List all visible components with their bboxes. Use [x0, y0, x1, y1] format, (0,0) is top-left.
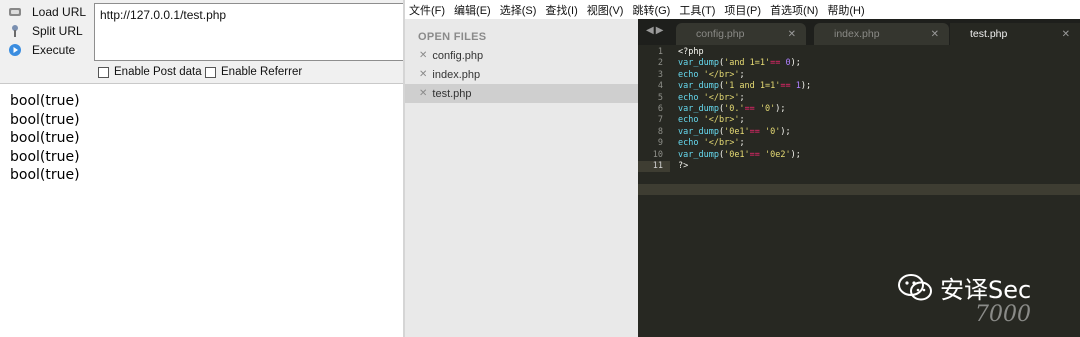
sidebar-item-test[interactable]: ✕ test.php [405, 84, 638, 103]
menu-bar: 文件(F) 编辑(E) 选择(S) 查找(I) 视图(V) 跳转(G) 工具(T… [405, 0, 1080, 19]
code-line: echo '</br>'; [678, 69, 745, 80]
output-line: bool(true) [10, 130, 80, 146]
line-number: 2 [657, 58, 663, 69]
watermark: 安译Sec [898, 270, 1031, 305]
line-number: 7 [657, 115, 663, 126]
sidebar-item-index[interactable]: ✕ index.php [405, 65, 638, 84]
close-icon[interactable]: ✕ [788, 29, 796, 40]
wechat-logo-icon [898, 273, 932, 303]
menu-preferences[interactable]: 首选项(N) [770, 2, 818, 18]
split-url-icon [8, 24, 22, 38]
current-line-highlight [638, 184, 1080, 196]
checkbox-box[interactable] [205, 66, 216, 78]
execute-icon [8, 43, 22, 57]
sidebar-item-label: test.php [432, 87, 472, 100]
output-line: bool(true) [10, 93, 80, 109]
code-line: echo '</br>'; [678, 138, 745, 149]
tab-label: index.php [834, 28, 880, 40]
tab-label: test.php [970, 28, 1008, 40]
line-number: 8 [657, 126, 663, 137]
close-icon[interactable]: ✕ [419, 50, 427, 61]
line-number-gutter: 1 2 3 4 5 6 7 8 9 10 11 [638, 47, 670, 173]
enable-post-data-label: Enable Post data [114, 66, 202, 78]
code-line: echo '</br>'; [678, 92, 745, 103]
load-url-button[interactable]: Load URL [8, 3, 86, 21]
menu-project[interactable]: 项目(P) [724, 2, 761, 18]
tab-nav-arrows-icon[interactable]: ◀▶ [646, 25, 665, 36]
line-number: 4 [657, 81, 663, 92]
tab-index[interactable]: index.php ✕ [814, 23, 949, 45]
code-line: var_dump('0.'== '0'); [678, 104, 786, 115]
line-number: 9 [657, 138, 663, 149]
output-line: bool(true) [10, 148, 80, 165]
hackbar-toolbar: Load URL Split URL Execute http://127.0.… [0, 0, 403, 84]
load-url-icon [8, 5, 22, 19]
execute-button[interactable]: Execute [8, 41, 75, 59]
sidebar-item-label: index.php [432, 68, 481, 81]
line-number: 3 [657, 69, 663, 80]
code-line: var_dump('1 and 1=1'== 1); [678, 81, 812, 92]
enable-post-data-checkbox[interactable]: Enable Post data [98, 66, 202, 78]
line-number: 1 [657, 47, 663, 57]
close-icon[interactable]: ✕ [931, 29, 939, 40]
close-icon[interactable]: ✕ [1062, 29, 1070, 40]
browser-pane: Load URL Split URL Execute http://127.0.… [0, 0, 403, 337]
execute-label: Execute [32, 43, 76, 57]
line-number: 5 [657, 92, 663, 103]
sidebar-item-label: config.php [432, 49, 484, 62]
code-area[interactable]: <?php var_dump('and 1=1'== 0); echo '</br>… [678, 47, 1078, 172]
menu-selection[interactable]: 选择(S) [500, 2, 537, 18]
line-number: 11 [638, 161, 670, 173]
tab-test[interactable]: test.php ✕ [950, 23, 1080, 45]
code-line: <?php [678, 47, 704, 57]
menu-tools[interactable]: 工具(T) [679, 2, 715, 18]
code-line: echo '</br>'; [678, 115, 745, 126]
code-line: var_dump('and 1=1'== 0); [678, 58, 801, 69]
checkbox-box[interactable] [98, 66, 109, 78]
split-url-label: Split URL [32, 24, 83, 38]
tab-label: config.php [696, 28, 745, 40]
code-line: var_dump('0e1'== '0'); [678, 126, 791, 137]
url-input[interactable]: http://127.0.0.1/test.php [94, 3, 403, 61]
line-number: 6 [657, 104, 663, 115]
menu-file[interactable]: 文件(F) [409, 2, 445, 18]
line-number: 10 [652, 149, 663, 160]
tab-bar: ◀▶ config.php ✕ index.php ✕ test.php ✕ [638, 19, 1080, 45]
close-icon[interactable]: ✕ [419, 69, 427, 80]
menu-help[interactable]: 帮助(H) [827, 2, 864, 18]
output-line: bool(true) [10, 167, 80, 183]
sidebar-item-config[interactable]: ✕ config.php [405, 46, 638, 65]
watermark-subtext: 7000 [975, 302, 1031, 327]
menu-view[interactable]: 视图(V) [587, 2, 624, 18]
split-url-button[interactable]: Split URL [8, 22, 83, 40]
close-icon[interactable]: ✕ [419, 88, 427, 99]
menu-edit[interactable]: 编辑(E) [454, 2, 491, 18]
enable-referrer-label: Enable Referrer [221, 66, 303, 78]
tab-config[interactable]: config.php ✕ [676, 23, 806, 45]
page-output: bool(true) bool(true) bool(true) bool(tr… [10, 92, 80, 185]
enable-referrer-checkbox[interactable]: Enable Referrer [205, 66, 302, 78]
menu-goto[interactable]: 跳转(G) [632, 2, 670, 18]
sidebar: OPEN FILES ✕ config.php ✕ index.php ✕ te… [405, 19, 638, 337]
code-line: ?> [678, 161, 689, 172]
sidebar-title: OPEN FILES [418, 31, 487, 43]
code-line: var_dump('0e1'== '0e2'); [678, 149, 801, 160]
menu-find[interactable]: 查找(I) [545, 2, 577, 18]
output-line: bool(true) [10, 111, 80, 128]
watermark-text: 安译Sec [940, 276, 1032, 304]
load-url-label: Load URL [32, 5, 87, 19]
